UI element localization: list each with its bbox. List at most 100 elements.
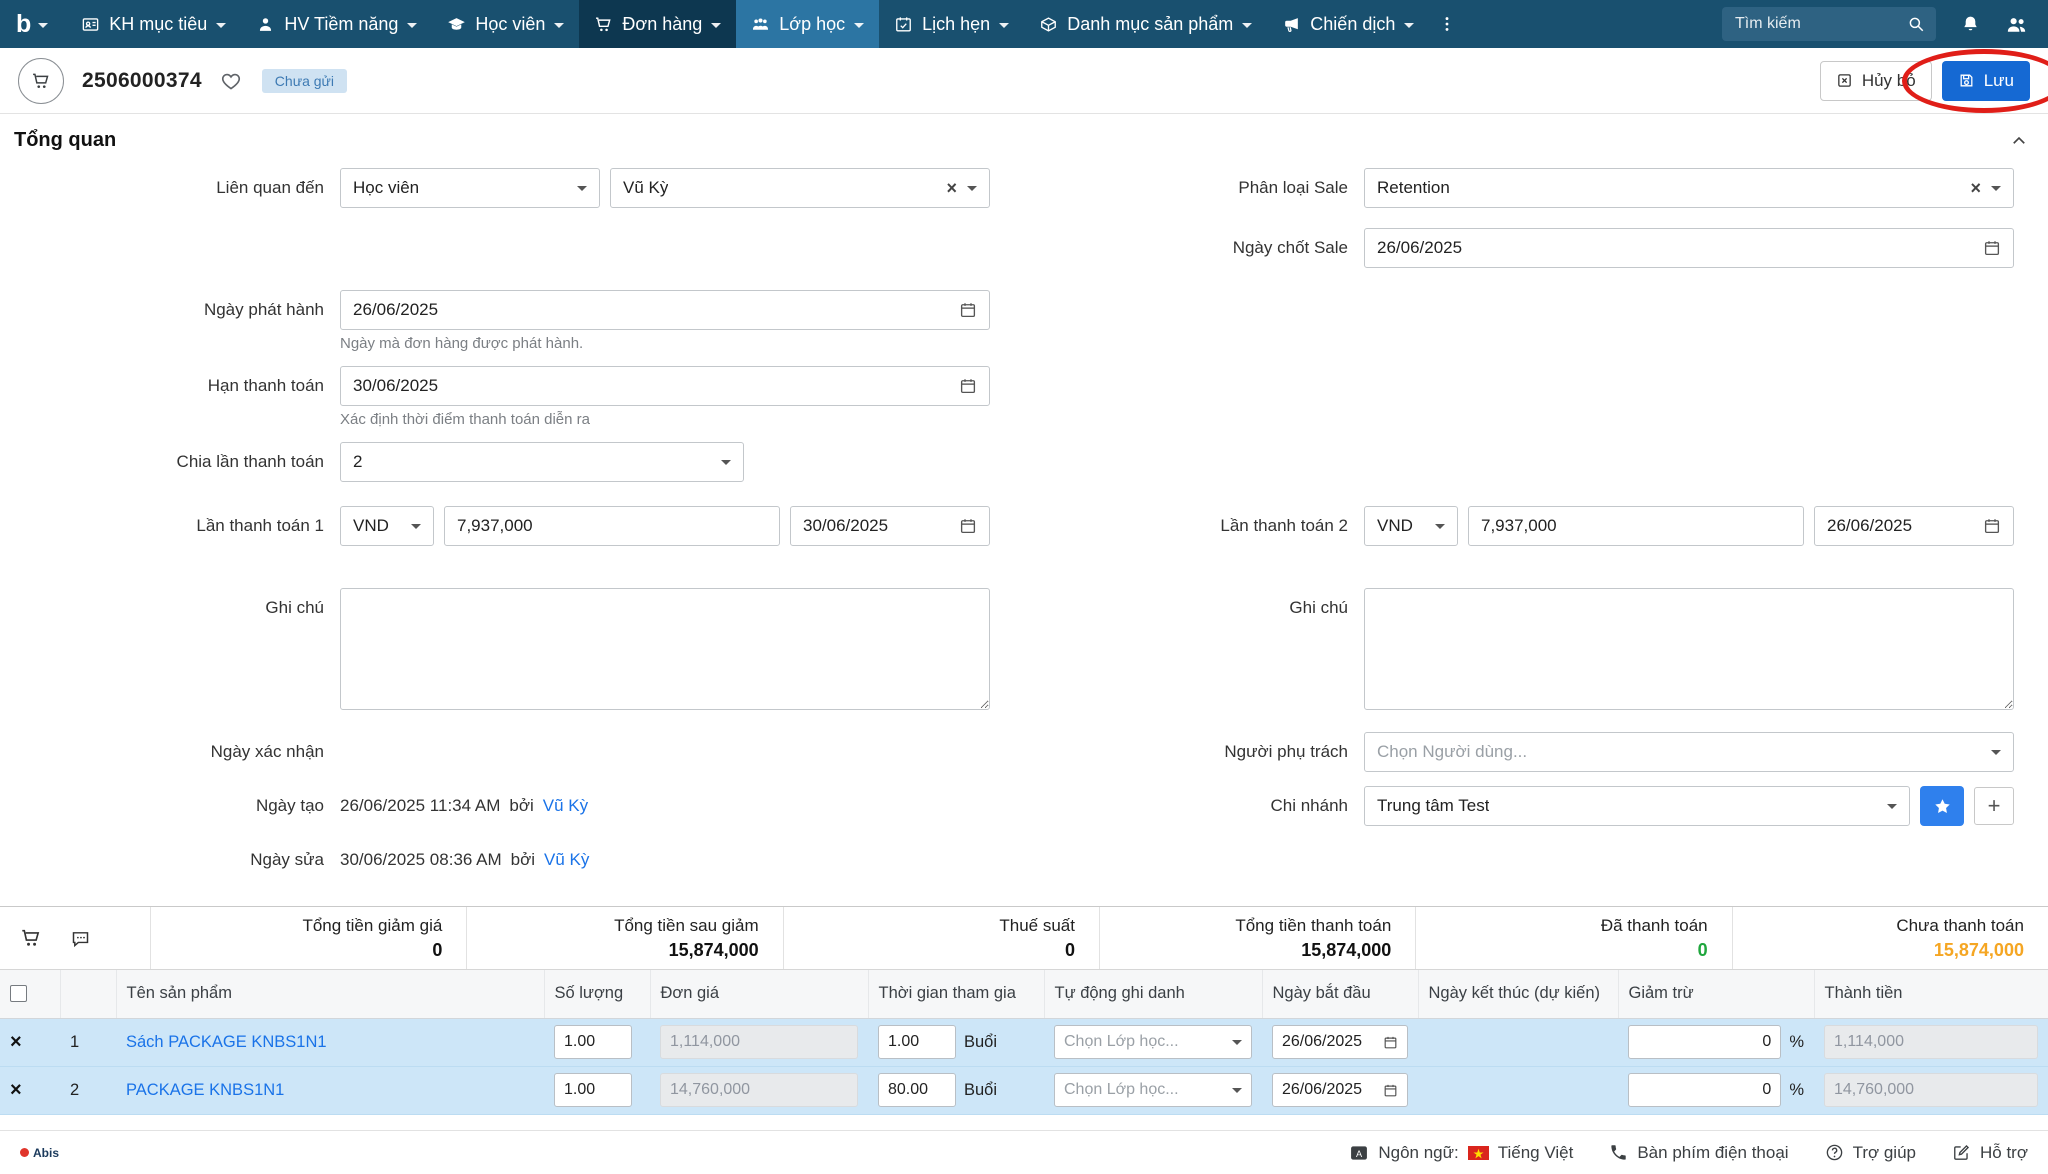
comments-icon[interactable] <box>70 928 91 949</box>
field-label: Liên quan đến <box>0 178 340 198</box>
split-payments-select[interactable]: 2 <box>340 442 744 482</box>
field-label: Người phụ trách <box>1024 742 1364 762</box>
nav-item-label: Danh mục sản phẩm <box>1067 14 1233 35</box>
assignee-select[interactable]: Chọn Người dùng... <box>1364 732 2014 772</box>
delete-row-icon[interactable]: × <box>10 1031 22 1053</box>
language-switcher[interactable]: A Ngôn ngữ: Tiếng Việt <box>1349 1143 1573 1163</box>
created-by-user-link[interactable]: Vũ Kỳ <box>543 796 588 816</box>
duration-unit: Buổi <box>964 1033 997 1052</box>
due-date-input[interactable]: 30/06/2025 <box>340 366 990 406</box>
discount-input[interactable]: 0 <box>1628 1025 1781 1059</box>
chevron-down-icon <box>854 23 864 28</box>
class-select[interactable]: Chọn Lớp học... <box>1054 1025 1252 1059</box>
nav-item-don-hang[interactable]: Đơn hàng <box>579 0 736 48</box>
chevron-down-icon <box>1991 750 2001 755</box>
field-label: Phân loại Sale <box>1024 178 1364 198</box>
clear-x-icon[interactable]: × <box>946 179 957 197</box>
payment1-currency-select[interactable]: VND <box>340 506 434 546</box>
cancel-button[interactable]: Hủy bỏ <box>1820 61 1932 101</box>
sale-close-date-input[interactable]: 26/06/2025 <box>1364 228 2014 268</box>
app-logo[interactable]: b <box>0 0 66 48</box>
nav-item-hv-tiem-nang[interactable]: HV Tiềm năng <box>241 0 432 48</box>
nav-item-lich-hen[interactable]: Lịch hẹn <box>879 0 1024 48</box>
phone-keypad-button[interactable]: Bàn phím điện thoại <box>1609 1143 1788 1163</box>
support-button[interactable]: Hỗ trợ <box>1952 1143 2028 1163</box>
assignee-placeholder: Chọn Người dùng... <box>1377 742 1527 762</box>
support-label: Hỗ trợ <box>1980 1143 2028 1163</box>
more-menu-icon[interactable] <box>1429 0 1465 48</box>
header-quantity: Số lượng <box>544 970 650 1018</box>
quantity-input[interactable]: 1.00 <box>554 1073 632 1107</box>
duration-input[interactable]: 80.00 <box>878 1073 956 1107</box>
row-index: 2 <box>70 1081 79 1099</box>
note-textarea-right[interactable] <box>1364 588 2014 710</box>
payment1-date-input[interactable]: 30/06/2025 <box>790 506 990 546</box>
related-type-select[interactable]: Học viên <box>340 168 600 208</box>
payment2-amount-input[interactable]: 7,937,000 <box>1468 506 1804 546</box>
total-value-unpaid: 15,874,000 <box>1934 940 2024 961</box>
nav-item-lop-hoc[interactable]: Lớp học <box>736 0 879 48</box>
plus-icon: + <box>1988 793 2001 819</box>
nav-item-chien-dich[interactable]: Chiến dịch <box>1267 0 1429 48</box>
field-help-text: Ngày mà đơn hàng được phát hành. <box>340 335 990 352</box>
chevron-down-icon <box>1404 23 1414 28</box>
field-label: Ngày sửa <box>0 850 340 870</box>
start-date-input[interactable]: 26/06/2025 <box>1272 1025 1408 1059</box>
payment2-currency-select[interactable]: VND <box>1364 506 1458 546</box>
start-date-input[interactable]: 26/06/2025 <box>1272 1073 1408 1107</box>
class-select[interactable]: Chọn Lớp học... <box>1054 1073 1252 1107</box>
star-icon <box>1933 797 1952 816</box>
clear-x-icon[interactable]: × <box>1970 179 1981 197</box>
chevron-down-icon <box>411 524 421 529</box>
product-link[interactable]: PACKAGE KNBS1N1 <box>126 1081 284 1099</box>
total-label: Tổng tiền sau giảm <box>614 916 759 936</box>
collapse-chevron-up-icon[interactable] <box>2010 132 2028 150</box>
section-title: Tổng quan <box>14 129 116 152</box>
select-all-checkbox[interactable] <box>10 985 27 1002</box>
related-entity-select[interactable]: Vũ Kỳ × <box>610 168 990 208</box>
nav-item-kh-muc-tieu[interactable]: KH mục tiêu <box>66 0 241 48</box>
order-cart-icon[interactable] <box>18 58 64 104</box>
issue-date-input[interactable]: 26/06/2025 <box>340 290 990 330</box>
note-textarea-left[interactable] <box>340 588 990 710</box>
sale-type-select[interactable]: Retention × <box>1364 168 2014 208</box>
product-link[interactable]: Sách PACKAGE KNBS1N1 <box>126 1033 327 1051</box>
total-label: Thuế suất <box>999 916 1075 936</box>
header-unit-price: Đơn giá <box>650 970 868 1018</box>
duration-input[interactable]: 1.00 <box>878 1025 956 1059</box>
order-header: 2506000374 Chưa gửi Hủy bỏ Lưu <box>0 48 2048 114</box>
payment2-date-input[interactable]: 26/06/2025 <box>1814 506 2014 546</box>
payment1-amount-input[interactable]: 7,937,000 <box>444 506 780 546</box>
quantity-input[interactable]: 1.00 <box>554 1025 632 1059</box>
brand-logo[interactable]: Abis <box>20 1146 59 1160</box>
discount-input[interactable]: 0 <box>1628 1073 1781 1107</box>
add-branch-button[interactable]: + <box>1974 787 2014 825</box>
branch-select[interactable]: Trung tâm Test <box>1364 786 1910 826</box>
nav-item-hoc-vien[interactable]: Học viên <box>432 0 579 48</box>
nav-item-danh-muc-san-pham[interactable]: Danh mục sản phẩm <box>1024 0 1267 48</box>
search-input[interactable] <box>1722 7 1936 41</box>
question-circle-icon <box>1825 1143 1844 1162</box>
calendar-icon <box>1983 239 2001 257</box>
delete-row-icon[interactable]: × <box>10 1079 22 1101</box>
save-button-label: Lưu <box>1984 71 2014 91</box>
save-button[interactable]: Lưu <box>1942 61 2030 101</box>
chevron-down-icon <box>554 23 564 28</box>
branch-favorite-button[interactable] <box>1920 786 1964 826</box>
field-label: Ngày tạo <box>0 796 340 816</box>
modified-by-text: bởi <box>511 850 535 870</box>
modified-by-user-link[interactable]: Vũ Kỳ <box>544 850 589 870</box>
favorite-heart-icon[interactable] <box>220 70 242 92</box>
header-total: Thành tiền <box>1814 970 2048 1018</box>
notifications-bell-icon[interactable] <box>1960 14 1981 35</box>
chevron-down-icon <box>1232 1040 1242 1045</box>
items-cart-icon[interactable] <box>20 927 42 949</box>
field-label: Hạn thanh toán <box>0 366 340 406</box>
payment2-amount-value: 7,937,000 <box>1481 516 1557 536</box>
total-label: Chưa thanh toán <box>1896 916 2024 936</box>
unpaid-amount-cell: Chưa thanh toán 15,874,000 <box>1732 907 2048 969</box>
help-button[interactable]: Trợ giúp <box>1825 1143 1916 1163</box>
total-discount-cell: Tổng tiền giảm giá 0 <box>150 907 466 969</box>
users-icon[interactable] <box>2005 13 2028 36</box>
issue-date-value: 26/06/2025 <box>353 300 438 320</box>
